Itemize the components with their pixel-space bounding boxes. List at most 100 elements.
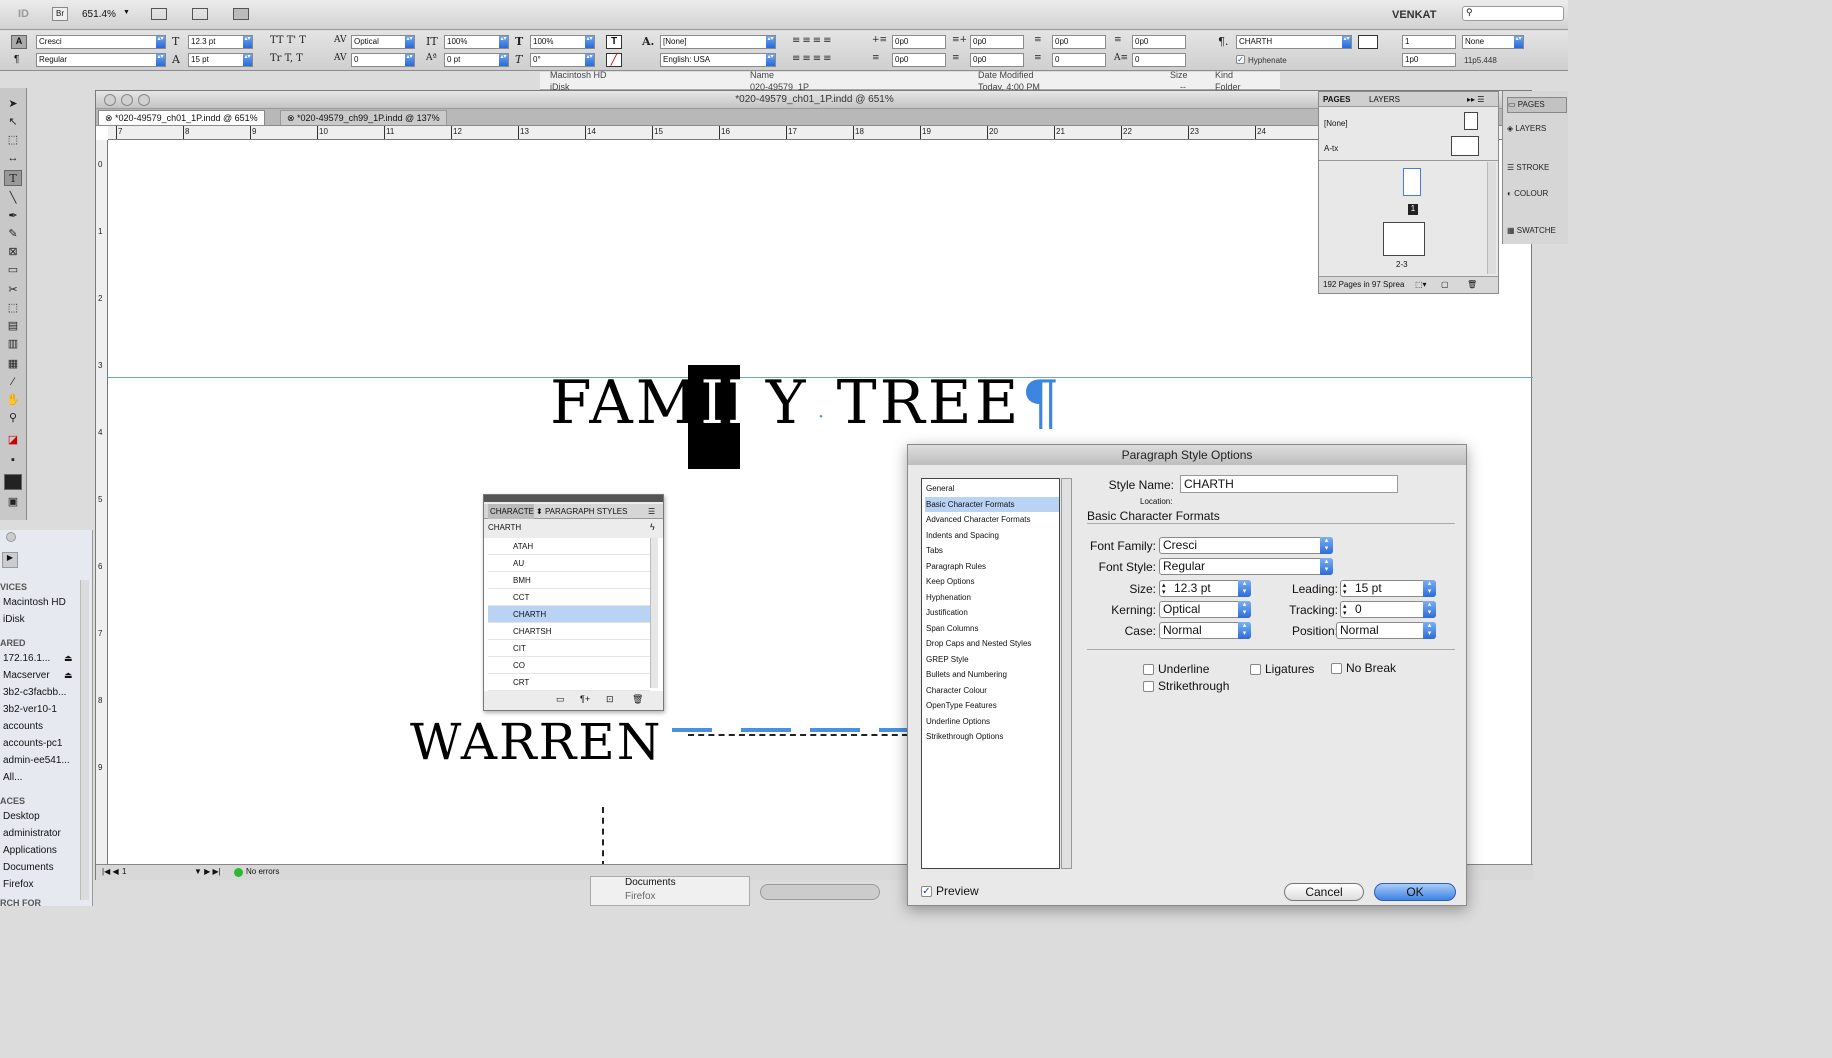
font-size-field[interactable]: 12.3 pt ▴▾: [188, 35, 253, 49]
free-transform-tool-icon[interactable]: ⬚: [4, 300, 22, 316]
columns-field[interactable]: 1: [1402, 35, 1456, 49]
style-list-item[interactable]: CHARTH: [488, 606, 650, 623]
finder-item[interactable]: Firefox: [3, 879, 34, 890]
tab-paragraph-styles[interactable]: ⬍ PARAGRAPH STYLES: [536, 504, 627, 519]
page-1-thumbnail[interactable]: [1403, 168, 1421, 196]
character-mode-icon[interactable]: A: [11, 35, 27, 49]
window-button-icon[interactable]: [6, 532, 16, 542]
eject-icon[interactable]: ⏏: [64, 670, 73, 681]
tab-layers[interactable]: LAYERS: [1369, 92, 1400, 107]
hand-tool-icon[interactable]: ✋: [4, 392, 22, 408]
style-list-item[interactable]: CCT: [488, 589, 650, 606]
vertical-scale-field[interactable]: 100% ▴▾: [444, 35, 509, 49]
kerning-field[interactable]: Optical ▴▾: [351, 35, 415, 49]
finder-item[interactable]: iDisk: [3, 614, 25, 625]
normal-view-icon[interactable]: [4, 474, 22, 490]
category-item[interactable]: Advanced Character Formats: [925, 512, 1059, 527]
screen-mode-icon[interactable]: ▣: [4, 494, 22, 510]
master-none-thumbnail[interactable]: [1464, 112, 1478, 130]
search-input[interactable]: ⚲: [1462, 6, 1564, 21]
category-item[interactable]: Hyphenation: [925, 590, 1059, 605]
page-size-icon[interactable]: ⬚▾: [1415, 277, 1427, 293]
right-indent-field[interactable]: 0p0: [970, 35, 1024, 49]
category-item[interactable]: Paragraph Rules: [925, 559, 1059, 574]
font-family-field[interactable]: Cresci ▴▾: [36, 35, 166, 49]
category-item[interactable]: Bullets and Numbering: [925, 667, 1059, 682]
delete-page-icon[interactable]: 🗑: [1467, 277, 1477, 293]
rectangle-tool-icon[interactable]: ▭: [4, 262, 22, 278]
size-field[interactable]: ▴ ▾ 12.3 pt ▴ ▾: [1159, 580, 1251, 597]
category-item[interactable]: Drop Caps and Nested Styles: [925, 636, 1059, 651]
preflight-status[interactable]: No errors: [246, 867, 279, 876]
skew-field[interactable]: 0° ▴▾: [530, 53, 595, 67]
leading-field[interactable]: 15 pt ▴▾: [188, 53, 253, 67]
style-list-item[interactable]: CIT: [488, 640, 650, 657]
eyedropper-tool-icon[interactable]: ⁄: [4, 374, 22, 390]
text-fill-icon[interactable]: T: [606, 35, 622, 49]
tab-pages[interactable]: PAGES: [1323, 92, 1350, 107]
category-item[interactable]: Keep Options: [925, 574, 1059, 589]
warren-name[interactable]: WARREN: [410, 707, 663, 777]
type-tool-icon[interactable]: T: [4, 170, 22, 186]
stepper-icon[interactable]: ▴ ▾: [1162, 582, 1166, 596]
formatting-affects-icon[interactable]: ▪: [4, 452, 22, 468]
style-list-item[interactable]: AU: [488, 555, 650, 572]
span-columns-field[interactable]: None ▴▾: [1462, 35, 1524, 49]
ligatures-checkbox[interactable]: [1250, 664, 1261, 675]
next-page-icon[interactable]: ▼ ▶ ▶|: [194, 867, 221, 876]
finder-item[interactable]: accounts-pc1: [3, 738, 62, 749]
category-item[interactable]: Span Columns: [925, 621, 1059, 636]
page-number[interactable]: 1: [122, 867, 126, 876]
position-dropdown[interactable]: Normal ▴ ▾: [1336, 622, 1436, 639]
spread-2-3-thumbnail[interactable]: [1383, 222, 1425, 256]
character-style-field[interactable]: [None] ▴▾: [660, 35, 776, 49]
stepper-icon[interactable]: ▴ ▾: [1343, 582, 1347, 596]
selection-tool-icon[interactable]: ➤: [4, 96, 22, 112]
eject-icon[interactable]: ⏏: [64, 653, 73, 664]
styles-scrollbar[interactable]: [650, 538, 658, 688]
space-after-field[interactable]: 0p0: [1132, 35, 1186, 49]
gap-tool-icon[interactable]: ↔: [4, 150, 22, 166]
dock-colour-button[interactable]: ◐ COLOUR: [1507, 189, 1567, 198]
finder-scrollbar[interactable]: [80, 580, 89, 900]
small-caps-icon[interactable]: Tr T, T: [270, 53, 303, 64]
gradient-feather-tool-icon[interactable]: ▥: [4, 336, 22, 352]
style-list-item[interactable]: CHARTSH: [488, 623, 650, 640]
column-gap-field[interactable]: 1p0: [1402, 53, 1456, 67]
category-item[interactable]: OpenType Features: [925, 698, 1059, 713]
category-item[interactable]: Tabs: [925, 543, 1059, 558]
zoom-level[interactable]: 651.4%: [82, 9, 116, 20]
category-item[interactable]: Justification: [925, 605, 1059, 620]
close-window-icon[interactable]: [104, 94, 116, 106]
style-list-item[interactable]: CRT: [488, 674, 650, 691]
finder-item[interactable]: All...: [3, 772, 22, 783]
finder-item[interactable]: 3b2-ver10-1: [3, 704, 57, 715]
font-style-field[interactable]: Regular ▴▾: [36, 53, 166, 67]
page-tool-icon[interactable]: ⬚: [4, 132, 22, 148]
dock-stroke-button[interactable]: ☰ STROKE: [1507, 163, 1567, 172]
minimize-window-icon[interactable]: [121, 94, 133, 106]
finder-item[interactable]: Desktop: [3, 811, 40, 822]
tracking-field[interactable]: 0 ▴▾: [351, 53, 415, 67]
font-family-dropdown[interactable]: Cresci ▴ ▾: [1159, 537, 1333, 554]
tracking-field-dialog[interactable]: ▴ ▾ 0 ▴ ▾: [1340, 601, 1436, 618]
panel-menu-icon[interactable]: ▸▸ ☰: [1467, 92, 1484, 107]
style-list-item[interactable]: ATAH: [488, 538, 650, 555]
pages-scrollbar[interactable]: [1487, 162, 1496, 274]
last-line-indent-field[interactable]: 0p0: [970, 53, 1024, 67]
bridge-button[interactable]: Br: [52, 7, 68, 21]
style-list-item[interactable]: BMH: [488, 572, 650, 589]
pen-tool-icon[interactable]: ✒: [4, 208, 22, 224]
dock-swatches-button[interactable]: ▦ SWATCHE: [1507, 226, 1567, 235]
dock-layers-button[interactable]: ◈ LAYERS: [1507, 124, 1567, 133]
workspace-switcher[interactable]: VENKAT: [1392, 9, 1436, 21]
category-item[interactable]: Strikethrough Options: [925, 729, 1059, 744]
baseline-shift-field[interactable]: 0 pt ▴▾: [444, 53, 509, 67]
lightning-icon[interactable]: ϟ: [650, 522, 655, 532]
finder-item[interactable]: accounts: [3, 721, 43, 732]
paragraph-style-field[interactable]: CHARTH ▴▾: [1236, 35, 1352, 49]
drop-cap-lines-field[interactable]: 0: [1052, 53, 1106, 67]
category-item[interactable]: Character Colour: [925, 683, 1059, 698]
gradient-tool-icon[interactable]: ▤: [4, 318, 22, 334]
cancel-button[interactable]: Cancel: [1284, 883, 1364, 901]
